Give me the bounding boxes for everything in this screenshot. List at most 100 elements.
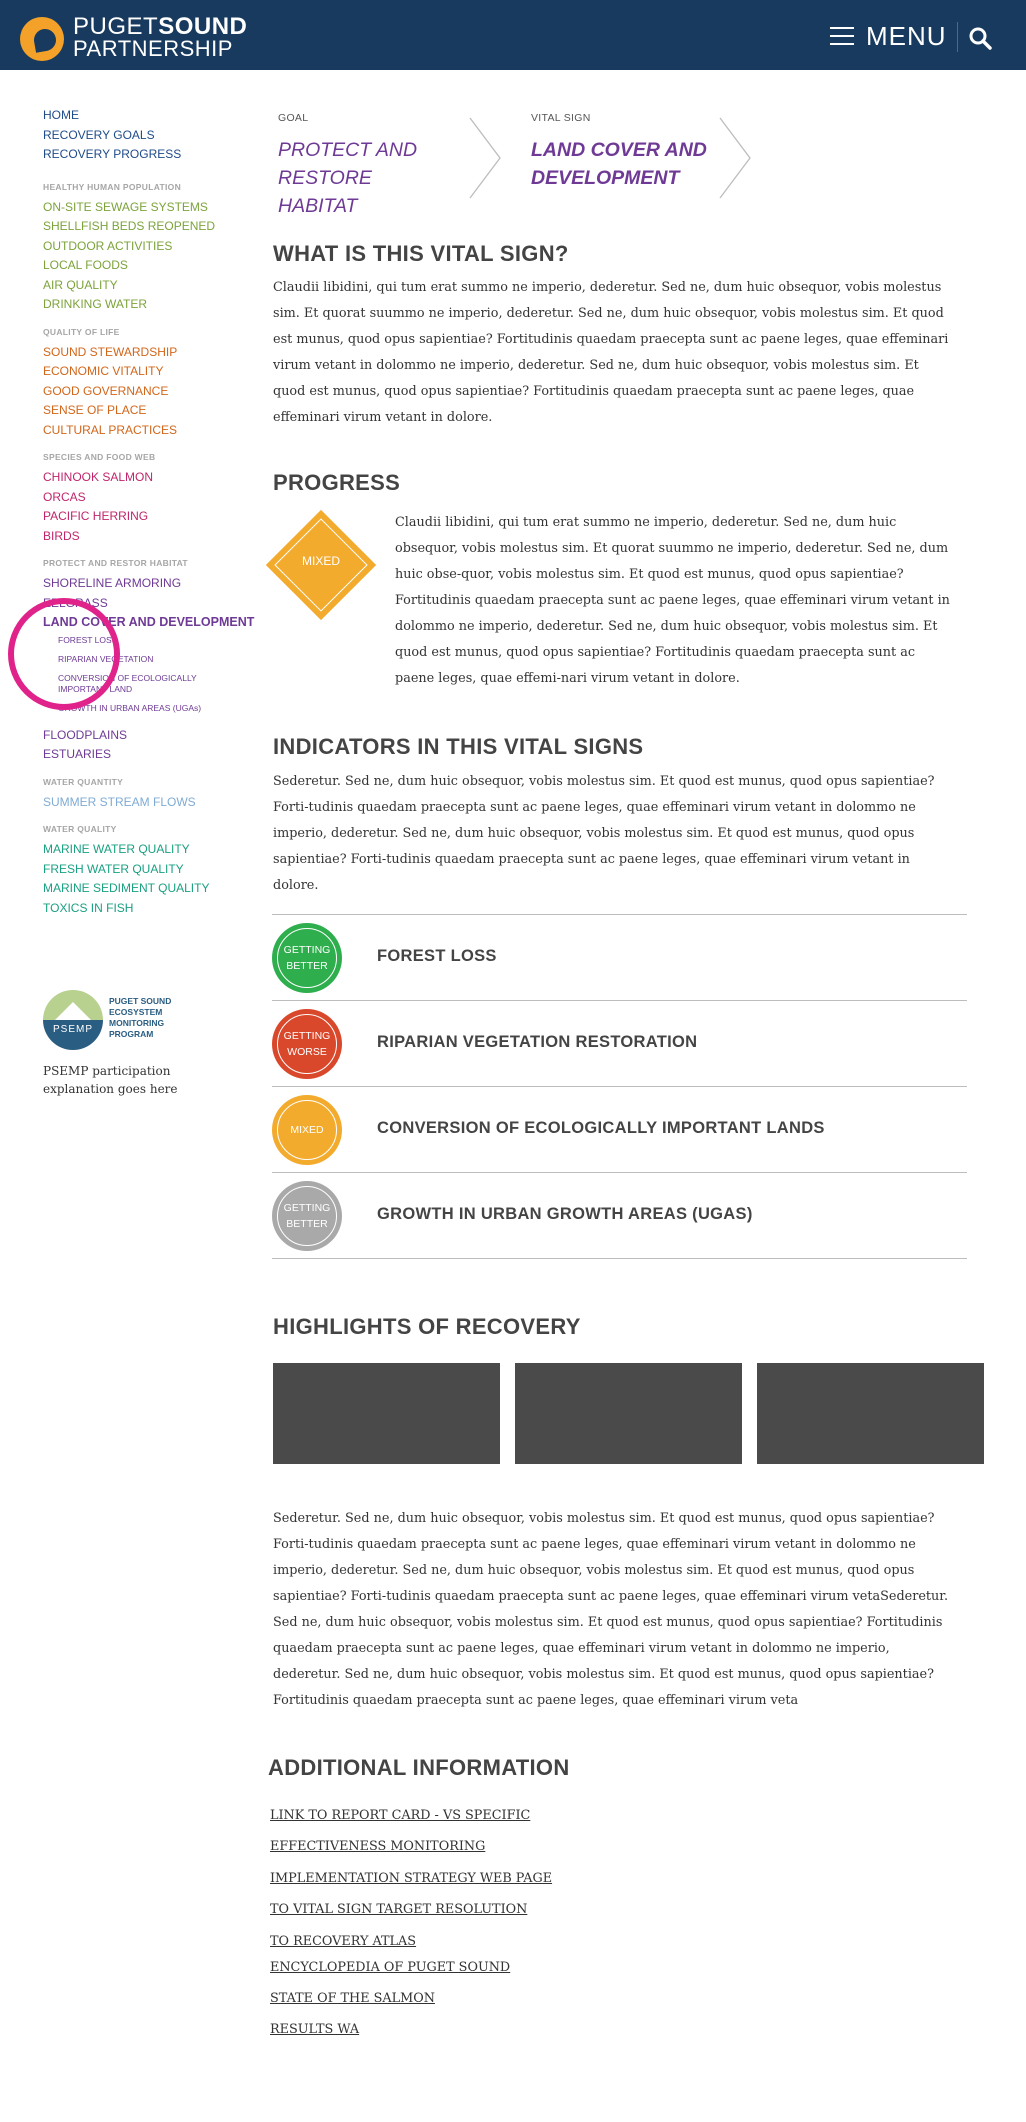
breadcrumb: GOAL PROTECT AND RESTORE HABITAT VITAL S… [272, 112, 772, 217]
search-icon[interactable] [968, 26, 992, 50]
sidebar-item[interactable]: OUTDOOR ACTIVITIES [43, 237, 263, 257]
info-link-salmon[interactable]: STATE OF THE SALMON [270, 1991, 435, 2006]
sidebar-item[interactable]: SOUND STEWARDSHIP [43, 343, 263, 363]
indicator-row-conversion[interactable]: MIXED CONVERSION OF ECOLOGICALLY IMPORTA… [272, 1087, 967, 1173]
indicator-status-badge: MIXED [272, 1095, 342, 1165]
indicator-row-riparian[interactable]: GETTING WORSE RIPARIAN VEGETATION RESTOR… [272, 1001, 967, 1087]
sidebar-nav: HOME RECOVERY GOALS RECOVERY PROGRESS HE… [43, 106, 263, 929]
sidebar-subitem[interactable]: RIPARIAN VEGETATION [58, 654, 263, 665]
sidebar-item[interactable]: BIRDS [43, 527, 263, 547]
psemp-text: PSEMP participation explanation goes her… [43, 1064, 178, 1096]
sidebar-item[interactable]: DRINKING WATER [43, 295, 263, 315]
what-title: WHAT IS THIS VITAL SIGN? [273, 241, 569, 266]
sidebar-item-recovery-goals[interactable]: RECOVERY GOALS [43, 126, 263, 146]
indicator-name: FOREST LOSS [377, 947, 497, 965]
indicator-name: RIPARIAN VEGETATION RESTORATION [377, 1033, 698, 1051]
psemp-abbr: PSEMP [52, 1024, 93, 1035]
breadcrumb-vs-label: VITAL SIGN [531, 112, 591, 124]
menu-button[interactable]: MENU [830, 21, 947, 51]
sidebar-heading: SPECIES AND FOOD WEB [43, 452, 156, 462]
indicators-text: Sederetur. Sed ne, dum huic obsequor, vo… [273, 774, 935, 893]
sidebar-subitem[interactable]: CONVERSION OF ECOLOGICALLY IMPORTANT LAN… [58, 673, 208, 695]
psemp-name: Puget Sound Ecosystem Monitoring Program [109, 996, 172, 1039]
sidebar-item[interactable]: ON-SITE SEWAGE SYSTEMS [43, 198, 263, 218]
info-link-effectiveness[interactable]: EFFECTIVENESS MONITORING [270, 1839, 485, 1854]
site-logo[interactable]: PUGETSOUND PARTNERSHIP [73, 15, 247, 61]
sidebar-group-water-quality: WATER QUALITY MARINE WATER QUALITY FRESH… [43, 823, 263, 918]
info-link-results-wa[interactable]: RESULTS WA [270, 2022, 359, 2037]
sidebar-item-recovery-progress[interactable]: RECOVERY PROGRESS [43, 145, 263, 165]
psemp-logo-icon: PSEMP [43, 990, 103, 1050]
sidebar-item[interactable]: LOCAL FOODS [43, 256, 263, 276]
progress-text: Claudii libidini, qui tum erat summo ne … [395, 515, 950, 686]
indicator-row-forest-loss[interactable]: GETTING BETTER FOREST LOSS [272, 915, 967, 1001]
breadcrumb-vital-sign[interactable]: VITAL SIGN LAND COVER AND DEVELOPMENT [531, 112, 731, 192]
sidebar-subitem[interactable]: FOREST LOSS [58, 635, 263, 646]
sidebar-item[interactable]: AIR QUALITY [43, 276, 263, 296]
indicator-status-badge: GETTING BETTER [272, 1181, 342, 1251]
sidebar-item[interactable]: SHORELINE ARMORING [43, 574, 263, 594]
sidebar-item[interactable]: CHINOOK SALMON [43, 468, 263, 488]
sidebar-heading: WATER QUALITY [43, 824, 117, 834]
sidebar-item[interactable]: EELGRASS [43, 594, 263, 614]
sidebar-item-home[interactable]: HOME [43, 106, 263, 126]
site-header: PUGETSOUND PARTNERSHIP MENU [0, 0, 1026, 70]
indicator-row-urban-growth[interactable]: GETTING BETTER GROWTH IN URBAN GROWTH AR… [272, 1173, 967, 1259]
info-link-report-card[interactable]: LINK TO REPORT CARD - VS SPECIFIC [270, 1808, 530, 1823]
sidebar-item[interactable]: FRESH WATER QUALITY [43, 860, 263, 880]
sidebar-heading: QUALITY OF LIFE [43, 326, 120, 337]
sidebar-item[interactable]: FLOODPLAINS [43, 726, 263, 746]
progress-status-label: MIXED [301, 554, 340, 568]
sidebar-item[interactable]: TOXICS IN FISH [43, 899, 263, 919]
sidebar-subnav: FOREST LOSS RIPARIAN VEGETATION CONVERSI… [43, 633, 263, 726]
sidebar-item[interactable]: SENSE OF PLACE [43, 401, 263, 421]
sidebar-item[interactable]: SUMMER STREAM FLOWS [43, 793, 263, 813]
sidebar-item-active[interactable]: LAND COVER AND DEVELOPMENT [43, 613, 263, 633]
highlight-image-2[interactable] [515, 1363, 742, 1464]
highlight-image-1[interactable] [273, 1363, 500, 1464]
breadcrumb-vs-title: LAND COVER AND DEVELOPMENT [531, 139, 707, 189]
sidebar-group-quality-of-life: QUALITY OF LIFE SOUND STEWARDSHIP ECONOM… [43, 326, 263, 441]
logo-word-partnership: PARTNERSHIP [73, 36, 233, 61]
indicator-name: GROWTH IN URBAN GROWTH AREAS (UGAS) [377, 1205, 753, 1223]
sidebar-heading: PROTECT AND RESTOR HABITAT [43, 558, 188, 568]
psemp-block: PSEMP Puget Sound Ecosystem Monitoring P… [43, 990, 223, 1098]
chevron-right-icon [719, 117, 751, 199]
indicator-list: GETTING BETTER FOREST LOSS GETTING WORSE… [272, 914, 967, 1259]
progress-title: PROGRESS [273, 470, 401, 495]
sidebar-item[interactable]: MARINE WATER QUALITY [43, 840, 263, 860]
logo-icon[interactable] [20, 17, 64, 61]
sidebar-item[interactable]: SHELLFISH BEDS REOPENED [43, 217, 263, 237]
highlight-image-3[interactable] [757, 1363, 984, 1464]
indicator-name: CONVERSION OF ECOLOGICALLY IMPORTANT LAN… [377, 1119, 825, 1137]
sidebar-group-habitat: PROTECT AND RESTOR HABITAT SHORELINE ARM… [43, 557, 263, 765]
breadcrumb-goal-title: PROTECT AND RESTORE HABITAT [278, 139, 418, 217]
indicator-status-badge: GETTING WORSE [272, 1009, 342, 1079]
chevron-right-icon [469, 117, 501, 199]
sidebar-item[interactable]: CULTURAL PRACTICES [43, 421, 263, 441]
sidebar-item[interactable]: ECONOMIC VITALITY [43, 362, 263, 382]
what-text: Claudii libidini, qui tum erat summo ne … [273, 280, 949, 425]
sidebar-group-species: SPECIES AND FOOD WEB CHINOOK SALMON ORCA… [43, 451, 263, 546]
sidebar-heading: HEALTHY HUMAN POPULATION [43, 181, 182, 192]
sidebar-heading: WATER QUANTITY [43, 776, 124, 787]
sidebar-item[interactable]: ORCAS [43, 488, 263, 508]
psemp-logo[interactable]: PSEMP Puget Sound Ecosystem Monitoring P… [43, 990, 223, 1050]
highlights-text: Sederetur. Sed ne, dum huic obsequor, vo… [273, 1511, 949, 1708]
breadcrumb-goal[interactable]: GOAL PROTECT AND RESTORE HABITAT [278, 112, 448, 220]
header-divider [957, 22, 958, 52]
indicators-title: INDICATORS IN THIS VITAL SIGNS [273, 734, 644, 759]
sidebar-item[interactable]: PACIFIC HERRING [43, 507, 263, 527]
breadcrumb-goal-label: GOAL [278, 112, 309, 124]
info-link-encyclopedia[interactable]: ENCYCLOPEDIA OF PUGET SOUND [270, 1960, 510, 1975]
info-link-implementation[interactable]: IMPLEMENTATION STRATEGY WEB PAGE [270, 1871, 552, 1886]
sidebar-subitem[interactable]: GROWTH IN URBAN AREAS (UGAs) [58, 703, 263, 714]
hamburger-icon [830, 27, 854, 45]
sidebar-group-health: HEALTHY HUMAN POPULATION ON-SITE SEWAGE … [43, 181, 263, 315]
highlights-title: HIGHLIGHTS OF RECOVERY [273, 1314, 581, 1339]
info-link-target[interactable]: TO VITAL SIGN TARGET RESOLUTION [270, 1902, 527, 1917]
sidebar-item[interactable]: ESTUARIES [43, 745, 263, 765]
sidebar-item[interactable]: MARINE SEDIMENT QUALITY [43, 879, 263, 899]
info-link-recovery-atlas[interactable]: TO RECOVERY ATLAS [270, 1934, 416, 1949]
sidebar-item[interactable]: GOOD GOVERNANCE [43, 382, 263, 402]
